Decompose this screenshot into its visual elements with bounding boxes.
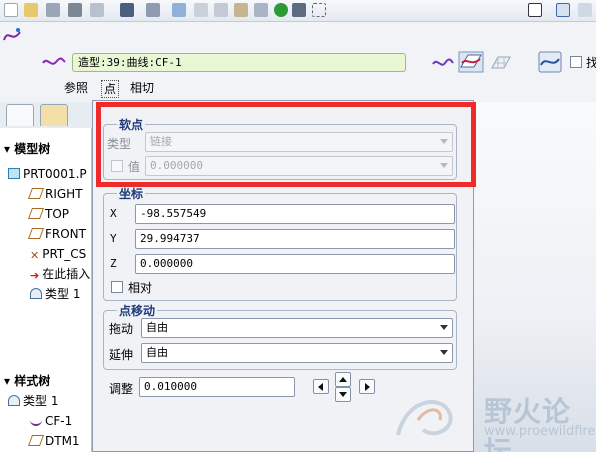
watermark-url: www.proewildfire.cn (484, 424, 596, 439)
style-feature-icon (30, 288, 42, 299)
undo-icon[interactable] (120, 3, 134, 17)
tree-item-right[interactable]: RIGHT (27, 186, 83, 202)
style-tree-item-curve[interactable]: CF-1 (30, 413, 72, 429)
find-icon[interactable] (292, 3, 306, 17)
partial-checkbox[interactable] (570, 56, 582, 68)
curve-option-icon[interactable] (432, 56, 454, 70)
datum-plane-icon (27, 435, 45, 446)
coordinate-system-icon: ✕ (30, 249, 40, 262)
model-tree-tab-icon[interactable] (6, 104, 34, 126)
folder-browser-tab-icon[interactable] (40, 104, 68, 126)
tree-item-insert-here[interactable]: ➔ 在此插入 (30, 266, 90, 282)
sketch-icon[interactable] (528, 3, 542, 17)
nudge-left-button[interactable] (313, 379, 329, 394)
style-tree-title: ▾ 样式树 (4, 374, 51, 388)
tree-item-part[interactable]: PRT0001.P (8, 166, 87, 182)
relative-label: 相对 (128, 281, 153, 295)
main-toolbar (0, 0, 596, 22)
extend-select[interactable]: 自由 (141, 343, 453, 363)
arrow-down-icon (339, 392, 347, 397)
collapse-arrow-icon[interactable]: ▾ (4, 374, 14, 388)
tab-tangent[interactable]: 相切 (130, 80, 154, 96)
arrow-left-icon (318, 383, 323, 391)
x-coordinate-field[interactable]: -98.557549 (135, 204, 455, 224)
chevron-down-icon (440, 325, 448, 330)
arrow-right-icon (365, 383, 370, 391)
paste-special-icon[interactable] (254, 3, 268, 17)
style-tree-item-datum[interactable]: DTM1 (27, 433, 80, 449)
style-curve-icon (3, 28, 21, 41)
adjust-label: 调整 (109, 382, 134, 396)
coordinates-title: 坐标 (117, 185, 146, 202)
tree-item-front[interactable]: FRONT (27, 226, 86, 242)
curve-reference-field[interactable]: 造型:39:曲线:CF-1 (72, 53, 406, 72)
surface-icon[interactable] (490, 54, 512, 72)
traffic-light-icon[interactable] (274, 3, 288, 17)
z-label: Z (110, 257, 117, 270)
datum-plane-icon (27, 208, 45, 219)
forum-logo-icon (396, 400, 453, 436)
model-tree-title: ▾ 模型树 (4, 142, 51, 156)
tree-item-top[interactable]: TOP (27, 206, 69, 222)
partial-label: 找 (586, 56, 596, 70)
redo-icon[interactable] (146, 3, 160, 17)
tab-references[interactable]: 参照 (64, 80, 88, 96)
arrow-up-icon (339, 377, 347, 382)
axis-icon[interactable] (578, 3, 592, 17)
drag-select[interactable]: 自由 (141, 318, 453, 338)
paste-icon[interactable] (234, 3, 248, 17)
part-icon (8, 168, 20, 179)
cut-icon[interactable] (194, 3, 208, 17)
y-label: Y (110, 232, 117, 245)
style-tree-item-type[interactable]: 类型 1 (8, 393, 58, 409)
y-coordinate-field[interactable]: 29.994737 (135, 229, 455, 249)
watermark-text: 野火论坛 (484, 395, 572, 452)
nudge-right-button[interactable] (359, 379, 375, 394)
style-feature-icon (8, 395, 20, 406)
z-coordinate-field[interactable]: 0.000000 (135, 254, 455, 274)
tab-point[interactable]: 点 (101, 80, 120, 98)
extend-label: 延伸 (109, 348, 134, 362)
select-box-icon[interactable] (312, 3, 326, 17)
relative-checkbox[interactable] (111, 281, 123, 293)
send-icon[interactable] (90, 3, 104, 17)
regenerate-icon[interactable] (172, 3, 186, 17)
insert-arrow-icon: ➔ (30, 269, 40, 282)
print-icon[interactable] (68, 3, 82, 17)
new-file-icon[interactable] (4, 3, 18, 17)
curve-select-icon (42, 57, 66, 65)
tree-item-csys[interactable]: ✕ PRT_CS (30, 246, 86, 262)
open-file-icon[interactable] (24, 3, 38, 17)
copy-icon[interactable] (214, 3, 228, 17)
collapse-arrow-icon[interactable]: ▾ (4, 142, 14, 156)
curve-on-surface-icon[interactable] (458, 51, 484, 73)
datum-point-icon[interactable] (556, 3, 570, 17)
adjust-field[interactable]: 0.010000 (139, 377, 295, 397)
tree-item-style[interactable]: 类型 1 (30, 286, 80, 302)
curve-icon (30, 415, 42, 426)
nudge-up-button[interactable] (335, 372, 351, 387)
curvature-icon[interactable] (538, 51, 562, 73)
point-move-title: 点移动 (117, 302, 158, 319)
datum-plane-icon (27, 188, 45, 199)
drag-label: 拖动 (109, 322, 134, 336)
chevron-down-icon (440, 350, 448, 355)
highlight-annotation-box (96, 102, 476, 187)
save-icon[interactable] (46, 3, 60, 17)
nudge-down-button[interactable] (335, 387, 351, 402)
x-label: X (110, 207, 117, 220)
datum-plane-icon (27, 228, 45, 239)
